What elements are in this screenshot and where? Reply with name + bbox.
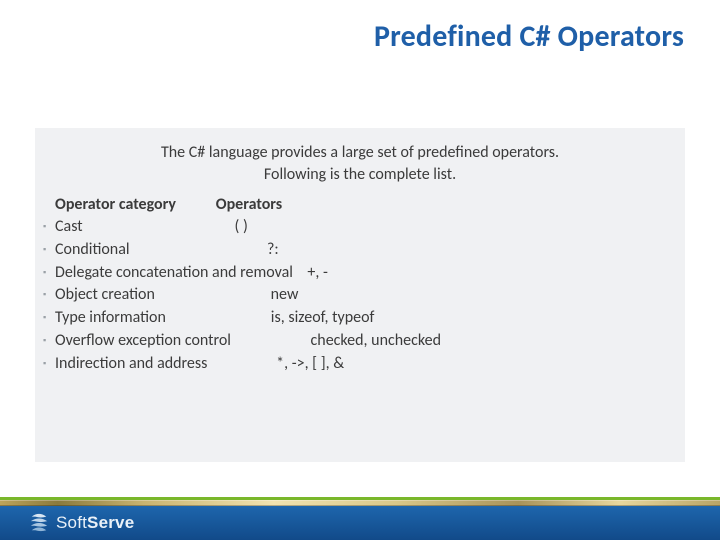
bullet-icon: ▪ <box>43 330 55 352</box>
footer: SoftServe <box>0 497 720 540</box>
list-item: ▪ Conditional ?: <box>43 239 677 262</box>
brand-name: SoftServe <box>56 513 134 533</box>
bullet-icon: ▪ <box>43 307 55 329</box>
bullet-icon: ▪ <box>43 353 55 375</box>
intro-line-1: The C# language provides a large set of … <box>161 143 559 162</box>
row-text: Type information is, sizeof, typeof <box>55 307 374 330</box>
list-item: ▪ Indirection and address *, ->, [ ], & <box>43 353 677 376</box>
brand-logo: SoftServe <box>28 513 134 533</box>
row-text: Cast ( ) <box>55 216 248 239</box>
content-panel: The C# language provides a large set of … <box>35 128 685 462</box>
list-item: ▪ Type information is, sizeof, typeof <box>43 307 677 330</box>
bullet-icon: ▪ <box>43 239 55 261</box>
bullet-icon: ▪ <box>43 284 55 306</box>
brand-serve: Serve <box>87 513 134 532</box>
logo-mark-icon <box>28 513 50 533</box>
list-item: ▪ Overflow exception control checked, un… <box>43 330 677 353</box>
row-text: Object creation new <box>55 284 298 307</box>
list-item: ▪ Object creation new <box>43 284 677 307</box>
list-item: ▪ Cast ( ) <box>43 216 677 239</box>
header-category: Operator category <box>55 195 176 214</box>
header-operators: Operators <box>216 195 282 214</box>
row-text: Delegate concatenation and removal +, - <box>55 262 328 285</box>
slide-title: Predefined C# Operators <box>374 18 684 55</box>
bullet-icon: ▪ <box>43 262 55 284</box>
row-text: Overflow exception control checked, unch… <box>55 330 441 353</box>
bullet-icon: ▪ <box>43 216 55 238</box>
row-text: Conditional ?: <box>55 239 279 262</box>
intro-line-2: Following is the complete list. <box>264 165 456 184</box>
row-text: Indirection and address *, ->, [ ], & <box>55 353 344 376</box>
intro-text: The C# language provides a large set of … <box>43 142 677 185</box>
brand-soft: Soft <box>56 513 87 532</box>
list-item: ▪ Delegate concatenation and removal +, … <box>43 262 677 285</box>
column-headers: Operator category Operators <box>43 195 677 214</box>
footer-blue-bar: SoftServe <box>0 506 720 540</box>
